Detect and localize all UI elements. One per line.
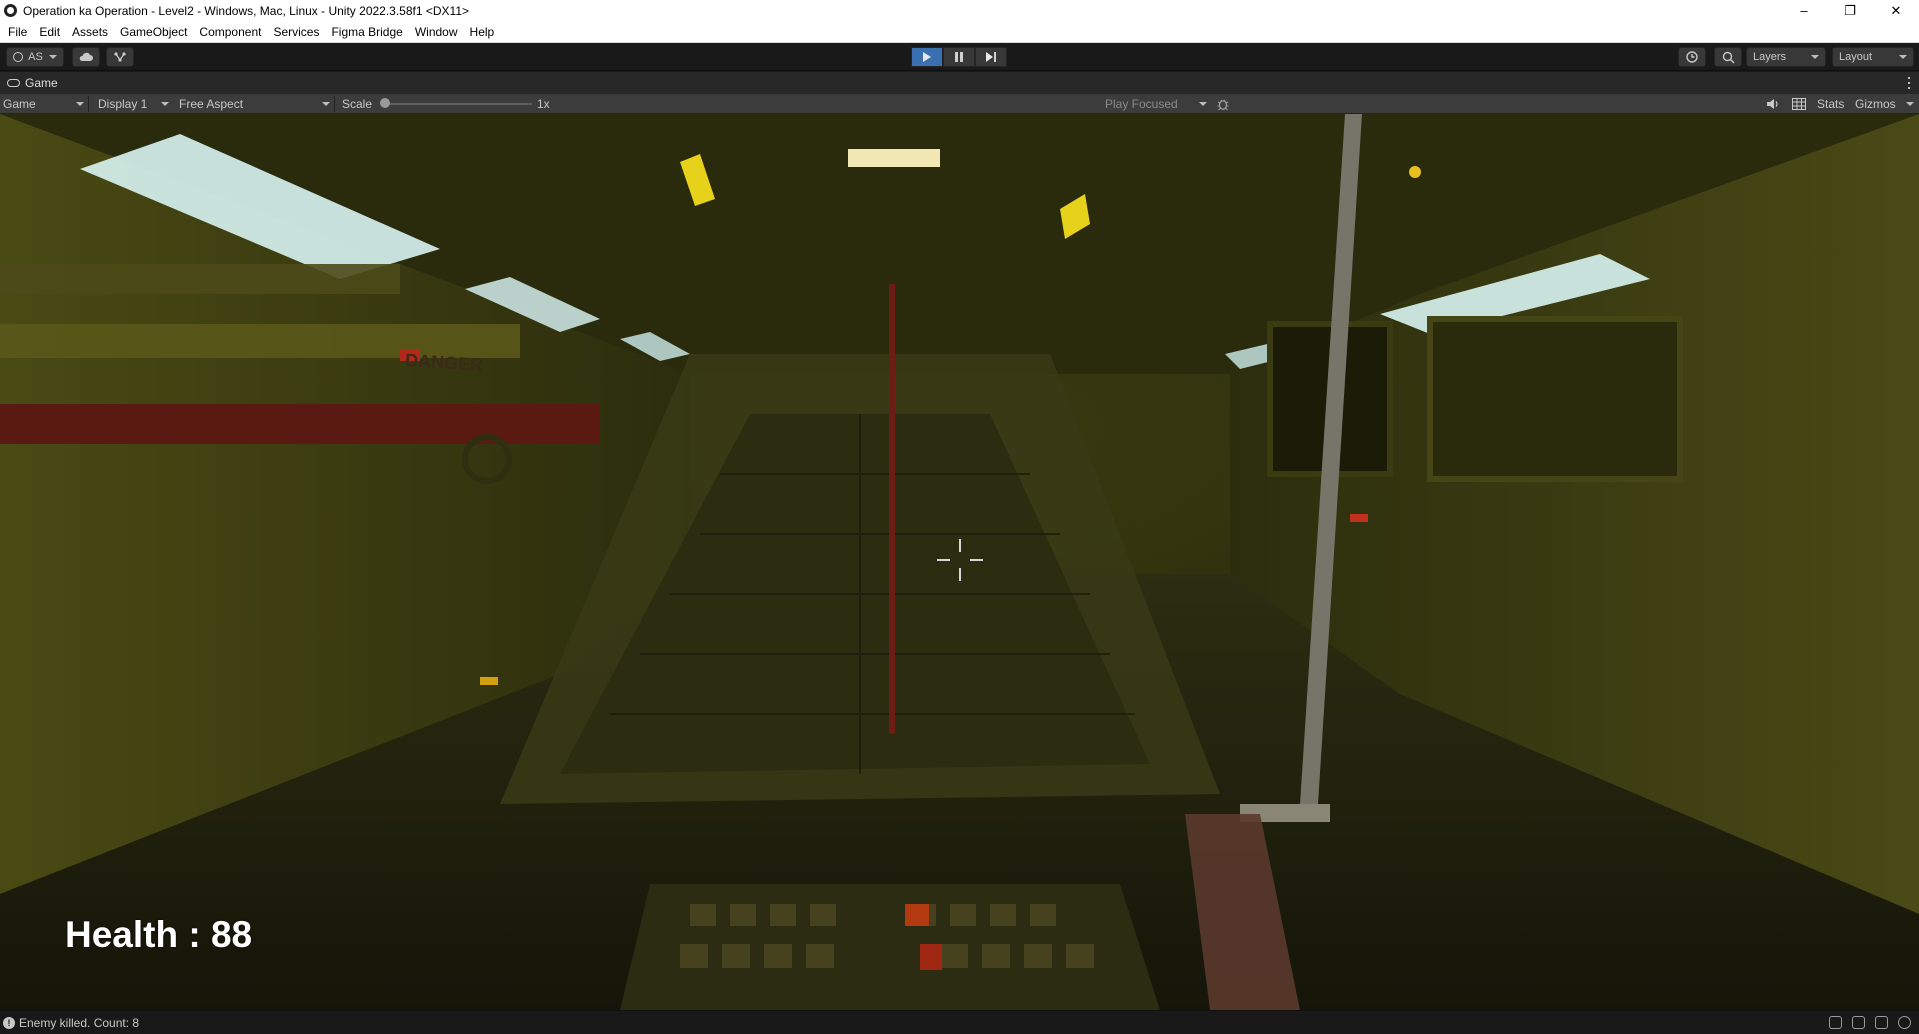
view-mode-dropdown[interactable]: Game: [3, 94, 85, 114]
game-viewport[interactable]: DANGER Health : 88: [0, 114, 1919, 1010]
layers-dropdown[interactable]: Layers: [1746, 47, 1826, 67]
chevron-down-icon: [161, 102, 169, 106]
layers-icon[interactable]: [1852, 1016, 1865, 1029]
status-icons: [1829, 1016, 1911, 1029]
tab-strip: Game: [0, 72, 1919, 94]
grid-icon[interactable]: [1792, 94, 1806, 114]
layout-dropdown[interactable]: Layout: [1832, 47, 1914, 67]
chevron-down-icon: [1199, 102, 1207, 106]
display-label: Display 1: [98, 97, 148, 111]
menu-window[interactable]: Window: [409, 21, 464, 43]
status-message[interactable]: Enemy killed. Count: 8: [19, 1016, 139, 1030]
divider: [334, 96, 335, 112]
health-readout: Health : 88: [65, 914, 253, 955]
stats-toggle[interactable]: Stats: [1817, 94, 1844, 114]
menu-component[interactable]: Component: [193, 21, 267, 43]
game-view-toolbar: Game Display 1 Free Aspect Scale 1x Play…: [0, 94, 1919, 114]
bug-icon[interactable]: [1829, 1016, 1842, 1029]
chevron-down-icon: [1899, 55, 1907, 59]
menu-edit[interactable]: Edit: [33, 21, 66, 43]
account-dropdown[interactable]: AS: [6, 47, 64, 67]
chevron-down-icon: [48, 55, 57, 59]
main-toolbar: AS Layers Layout: [0, 43, 1919, 71]
display-dropdown[interactable]: Display 1: [98, 94, 170, 114]
pause-icon: [955, 52, 963, 62]
layers-label: Layers: [1753, 51, 1787, 63]
play-button[interactable]: [911, 47, 943, 67]
menu-figma-bridge[interactable]: Figma Bridge: [325, 21, 408, 43]
more-options-icon[interactable]: [1908, 77, 1911, 89]
account-icon: [13, 52, 24, 62]
check-icon[interactable]: [1898, 1016, 1911, 1029]
step-icon: [986, 52, 996, 62]
menu-help[interactable]: Help: [464, 21, 501, 43]
status-bar: ! Enemy killed. Count: 8: [0, 1010, 1919, 1034]
menu-assets[interactable]: Assets: [66, 21, 114, 43]
aspect-dropdown[interactable]: Free Aspect: [179, 94, 331, 114]
tab-game-label: Game: [25, 76, 58, 90]
scale-slider-handle[interactable]: [380, 98, 390, 108]
bug-icon[interactable]: [1216, 94, 1230, 114]
collab-button[interactable]: [106, 47, 134, 67]
play-mode-dropdown[interactable]: Play Focused: [1105, 94, 1205, 114]
search-button[interactable]: [1714, 47, 1742, 67]
window-title: Operation ka Operation - Level2 - Window…: [23, 3, 470, 18]
gizmos-toggle[interactable]: Gizmos: [1855, 94, 1896, 114]
chevron-down-icon: [76, 102, 84, 106]
playback-controls: [911, 47, 1007, 67]
window-title-bar: Operation ka Operation - Level2 - Window…: [0, 0, 1919, 21]
search-icon: [1722, 51, 1735, 64]
layout-label: Layout: [1839, 51, 1873, 63]
account-label: AS: [28, 51, 43, 63]
step-button[interactable]: [975, 47, 1007, 67]
network-icon[interactable]: [1875, 1016, 1888, 1029]
view-mode-label: Game: [3, 97, 36, 111]
aspect-label: Free Aspect: [179, 97, 244, 111]
menu-file[interactable]: File: [2, 21, 33, 43]
play-mode-label: Play Focused: [1105, 97, 1178, 111]
chevron-down-icon: [1811, 55, 1819, 59]
menu-bar: File Edit Assets GameObject Component Se…: [0, 21, 1919, 43]
audio-mute-icon[interactable]: [1766, 94, 1780, 114]
gamepad-icon: [7, 79, 20, 87]
minimize-button[interactable]: –: [1781, 0, 1827, 21]
play-icon: [923, 52, 931, 62]
cloud-icon: [79, 52, 93, 61]
scale-slider-track[interactable]: [384, 103, 532, 105]
cloud-button[interactable]: [72, 47, 100, 67]
game-scene: DANGER: [0, 114, 1919, 1010]
chevron-down-icon: [1906, 102, 1914, 106]
divider: [88, 96, 89, 112]
menu-services[interactable]: Services: [267, 21, 325, 43]
unity-logo-icon: [4, 4, 17, 17]
history-button[interactable]: [1678, 47, 1706, 67]
tab-game[interactable]: Game: [0, 72, 66, 94]
branch-icon: [114, 52, 126, 62]
chevron-down-icon: [322, 102, 330, 106]
menu-gameobject[interactable]: GameObject: [114, 21, 193, 43]
maximize-button[interactable]: ❐: [1827, 0, 1873, 21]
scale-value: 1x: [537, 97, 550, 111]
history-icon: [1686, 51, 1698, 63]
info-icon: !: [3, 1016, 15, 1029]
window-controls: – ❐ ✕: [1781, 0, 1919, 21]
close-button[interactable]: ✕: [1873, 0, 1919, 21]
pause-button[interactable]: [943, 47, 975, 67]
scale-label: Scale: [342, 97, 373, 111]
